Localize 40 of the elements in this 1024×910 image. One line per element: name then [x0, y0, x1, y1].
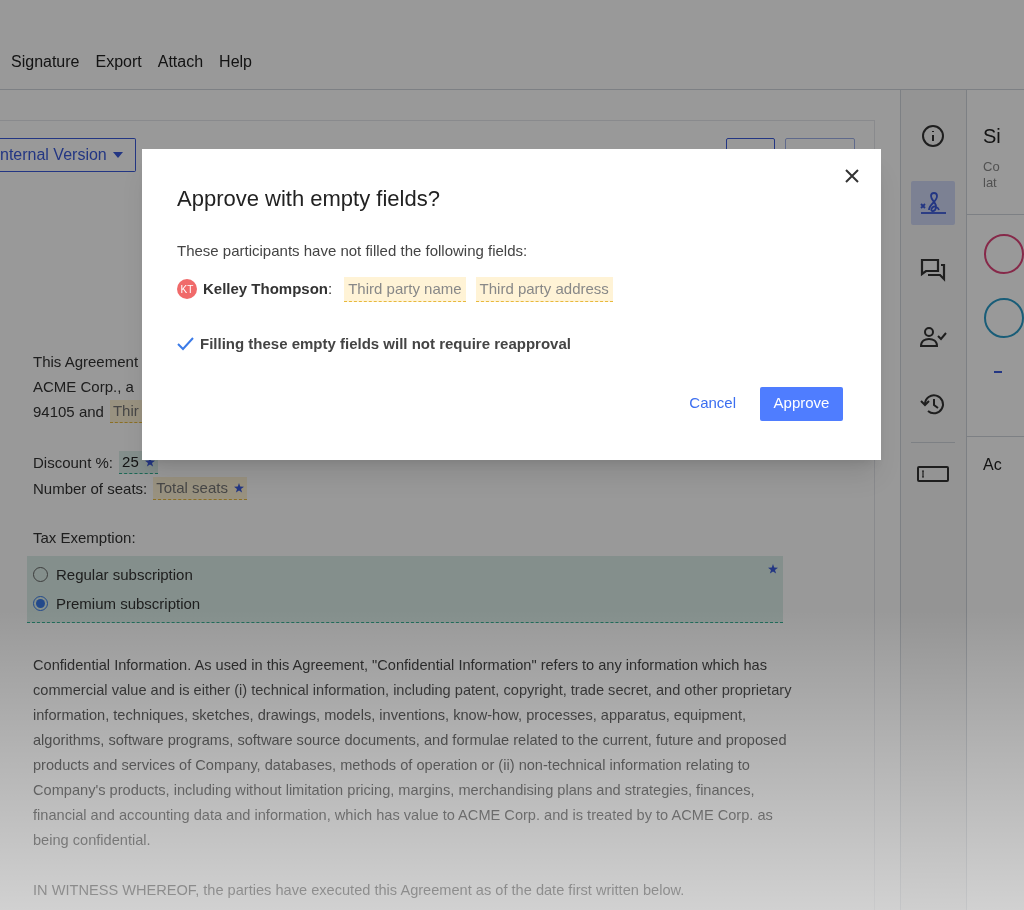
option-label: Regular subscription — [56, 565, 193, 585]
document-text: 94105 and — [33, 402, 104, 422]
menu-item[interactable]: Signature — [11, 52, 80, 72]
checkmark-icon — [177, 337, 194, 352]
dialog-title: Approve with empty fields? — [177, 185, 440, 213]
empty-field-tag: Third party address — [475, 276, 613, 302]
panel-title: Si — [983, 124, 1001, 148]
field-label: Number of seats: — [33, 478, 148, 499]
version-dropdown[interactable]: nternal Version — [0, 138, 136, 172]
menu-item[interactable]: Help — [219, 52, 252, 72]
document-text: This Agreement — [33, 352, 139, 372]
dash-mark — [994, 371, 1002, 373]
close-icon — [845, 169, 859, 183]
info-icon — [921, 124, 946, 148]
paragraph: Confidential Information. As used in this Agreement, "Confidential Information" refers to any information which has commercial value and is either (i) technical information, including patent, copyright, trade secret, and other proprietary information, techniques, sketches, drawings, models, inventions, know-how, processes, apparatus, equipment, algorithms, software programs, software source documents, and formulae related to the current, future and proposed products and services of Company, databases, methods of operation or (ii) non-technical information relating to Company's products, including without limitation pricing, margins, merchandising plans and strategies, finances, financial and accounting data and information, which has value to ACME Corp. and is treated by to ACME Corp. as being confidential. — [33, 656, 793, 850]
radio-group[interactable]: Regular subscription Premium subscription — [27, 556, 783, 623]
paragraph: IN WITNESS WHEREOF, the parties have executed this Agreement as of the date first written below. — [33, 881, 686, 900]
person-check-icon — [919, 325, 948, 349]
history-icon — [920, 392, 947, 416]
empty-field-tag: Third party name — [344, 276, 466, 302]
chat-icon — [920, 258, 947, 282]
field-label: Tax Exemption: — [33, 528, 136, 548]
document-text: ACME Corp., a — [33, 377, 134, 397]
menu-item[interactable]: Attach — [157, 52, 204, 72]
dialog-message: These participants have not filled the following fields: — [177, 241, 528, 261]
participant-name: Kelley Thompson: — [203, 278, 333, 299]
option-label: Premium subscription — [56, 594, 201, 614]
section-title: Ac — [982, 455, 1002, 475]
text-field-icon — [917, 466, 950, 482]
approve-button[interactable]: Approve — [760, 386, 843, 421]
field-label: Discount %: — [33, 452, 114, 473]
cancel-button[interactable]: Cancel — [679, 386, 746, 421]
avatar: KT — [177, 279, 197, 299]
menu-item[interactable]: Export — [95, 52, 142, 72]
caret-icon — [112, 152, 123, 158]
input-field[interactable]: Total seats — [153, 476, 247, 500]
dialog-note: Filling these empty fields will not require reapproval — [200, 334, 571, 354]
signature-icon — [919, 190, 948, 216]
panel-description: Co lat — [983, 159, 1000, 191]
sidebar-tab[interactable] — [911, 181, 956, 225]
